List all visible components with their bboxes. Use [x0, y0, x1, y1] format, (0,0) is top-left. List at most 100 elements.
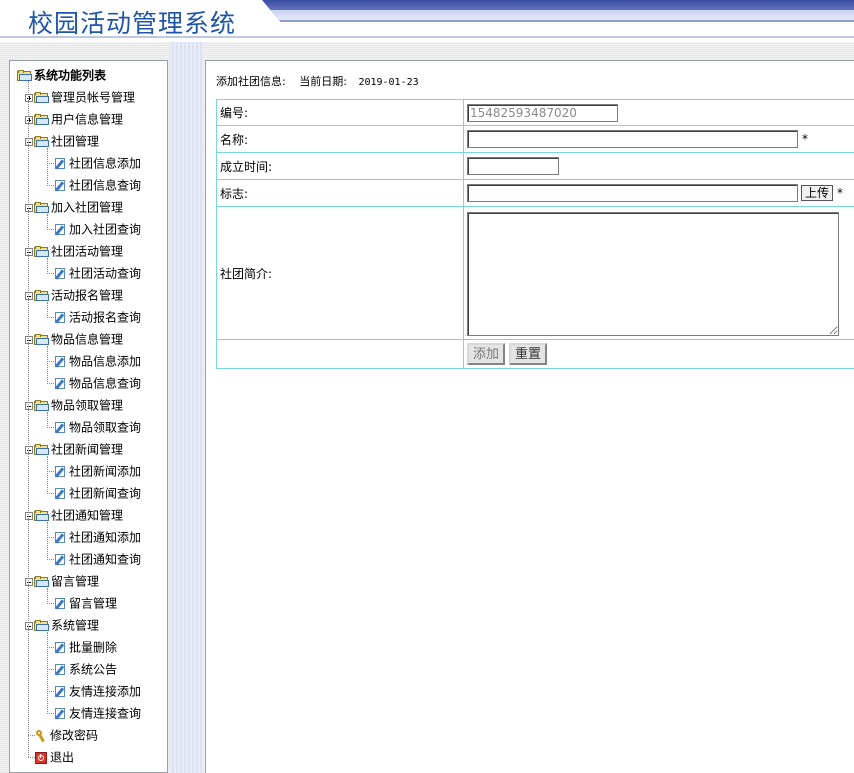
folder-icon: [34, 334, 49, 345]
tree-item[interactable]: 物品领取查询: [54, 419, 141, 436]
tree-group-label: 社团通知管理: [51, 508, 124, 523]
tree-item[interactable]: 友情连接查询: [54, 705, 141, 722]
collapse-minus-icon[interactable]: [25, 291, 33, 300]
page-info: 添加社团信息: 当前日期: 2019-01-23: [216, 73, 419, 89]
folder-open-icon: [17, 70, 32, 81]
tree-connector: [47, 588, 48, 604]
tree-group-11[interactable]: 系统管理: [25, 617, 99, 634]
reset-button[interactable]: 重置: [509, 343, 548, 365]
collapse-minus-icon[interactable]: [25, 445, 33, 454]
tree-item[interactable]: 社团活动查询: [54, 265, 141, 282]
founded-date-field[interactable]: [467, 157, 559, 175]
collapse-minus-icon[interactable]: [25, 401, 33, 410]
tree-connector: [47, 456, 48, 494]
folder-icon: [34, 246, 49, 257]
tree-item[interactable]: 社团信息添加: [54, 155, 141, 172]
change-password-link[interactable]: 修改密码: [35, 727, 98, 744]
main-content: 添加社团信息: 当前日期: 2019-01-23 编号: 15482593487…: [205, 60, 854, 773]
tree-item-label: 物品信息查询: [69, 376, 142, 391]
tree-item-label: 友情连接添加: [69, 684, 142, 699]
tree-connector: [47, 214, 48, 230]
tree-group-6[interactable]: 物品信息管理: [25, 331, 123, 348]
folder-icon: [34, 202, 49, 213]
edit-doc-icon: [54, 531, 67, 544]
name-field[interactable]: [467, 130, 798, 148]
folder-icon: [34, 510, 49, 521]
tree-group-10[interactable]: 留言管理: [25, 573, 99, 590]
collapse-minus-icon[interactable]: [25, 621, 33, 630]
collapse-minus-icon[interactable]: [25, 137, 33, 146]
logo-label: 标志:: [220, 186, 249, 201]
add-button[interactable]: 添加: [467, 343, 506, 365]
tree-item[interactable]: 物品信息添加: [54, 353, 141, 370]
expand-plus-icon[interactable]: [25, 115, 33, 124]
tree-group-4[interactable]: 社团活动管理: [25, 243, 123, 260]
tree-connector: [47, 163, 54, 164]
tree-item[interactable]: 留言管理: [54, 595, 117, 612]
tree-group-7[interactable]: 物品领取管理: [25, 397, 123, 414]
tree-item[interactable]: 社团信息查询: [54, 177, 141, 194]
tree-connector: [28, 735, 35, 736]
tree-connector: [47, 317, 54, 318]
tree-group-5[interactable]: 活动报名管理: [25, 287, 123, 304]
tree-item[interactable]: 社团新闻添加: [54, 463, 141, 480]
edit-doc-icon: [54, 487, 67, 500]
tree-item-label: 社团新闻查询: [69, 486, 142, 501]
collapse-minus-icon[interactable]: [25, 247, 33, 256]
tree-connector: [47, 691, 54, 692]
folder-icon: [34, 620, 49, 631]
tree-group-9[interactable]: 社团通知管理: [25, 507, 123, 524]
intro-textarea[interactable]: [467, 211, 839, 336]
logo-required-mark: *: [837, 186, 844, 200]
folder-icon: [34, 290, 49, 301]
id-field[interactable]: 15482593487020: [467, 103, 618, 122]
form-row-id: 编号: 15482593487020: [216, 99, 854, 126]
tree-group-3[interactable]: 加入社团管理: [25, 199, 123, 216]
tree-group-label: 系统管理: [51, 618, 100, 633]
tree-item[interactable]: 加入社团查询: [54, 221, 141, 238]
upload-button[interactable]: 上传: [801, 185, 834, 201]
tree-group-8[interactable]: 社团新闻管理: [25, 441, 123, 458]
tree-item[interactable]: 社团通知添加: [54, 529, 141, 546]
tree-connector: [47, 493, 54, 494]
tree-item-label: 社团信息添加: [69, 156, 142, 171]
tree-item[interactable]: 社团新闻查询: [54, 485, 141, 502]
edit-doc-icon: [54, 377, 67, 390]
tree-connector: [47, 522, 48, 560]
tree-item[interactable]: 社团通知查询: [54, 551, 141, 568]
sidebar: 系统功能列表管理员帐号管理用户信息管理社团管理社团信息添加社团信息查询加入社团管…: [9, 60, 168, 773]
tree-connector: [47, 185, 54, 186]
expand-plus-icon[interactable]: [25, 93, 33, 102]
collapse-minus-icon[interactable]: [25, 203, 33, 212]
collapse-minus-icon[interactable]: [25, 577, 33, 586]
logout-link[interactable]: 退出: [35, 749, 74, 766]
collapse-minus-icon[interactable]: [25, 511, 33, 520]
tree-group-label: 社团新闻管理: [51, 442, 124, 457]
name-label: 名称:: [220, 132, 249, 147]
tree-group-label: 用户信息管理: [51, 112, 124, 127]
logo-field[interactable]: [467, 184, 798, 202]
tree-group-0[interactable]: 管理员帐号管理: [25, 89, 135, 106]
tree-item[interactable]: 活动报名查询: [54, 309, 141, 326]
tree-item[interactable]: 友情连接添加: [54, 683, 141, 700]
tree-root[interactable]: 系统功能列表: [17, 67, 106, 84]
tree-group-2[interactable]: 社团管理: [25, 133, 99, 150]
change-password-label: 修改密码: [50, 728, 99, 743]
tree-item[interactable]: 批量删除: [54, 639, 117, 656]
tree-connector: [47, 346, 48, 384]
tree-item-label: 系统公告: [69, 662, 118, 677]
form-row-name: 名称: *: [216, 125, 854, 153]
tree-item-label: 社团通知添加: [69, 530, 142, 545]
tree-group-1[interactable]: 用户信息管理: [25, 111, 123, 128]
logout-label: 退出: [50, 750, 75, 765]
tree-item-label: 物品信息添加: [69, 354, 142, 369]
tree-connector: [47, 258, 48, 274]
collapse-minus-icon[interactable]: [25, 335, 33, 344]
tree-group-label: 物品领取管理: [51, 398, 124, 413]
edit-doc-icon: [54, 663, 67, 676]
tree-item[interactable]: 系统公告: [54, 661, 117, 678]
splitter-band: [170, 42, 204, 773]
intro-label: 社团简介:: [220, 266, 273, 281]
tree-item[interactable]: 物品信息查询: [54, 375, 141, 392]
form-row-intro: 社团简介:: [216, 206, 854, 340]
